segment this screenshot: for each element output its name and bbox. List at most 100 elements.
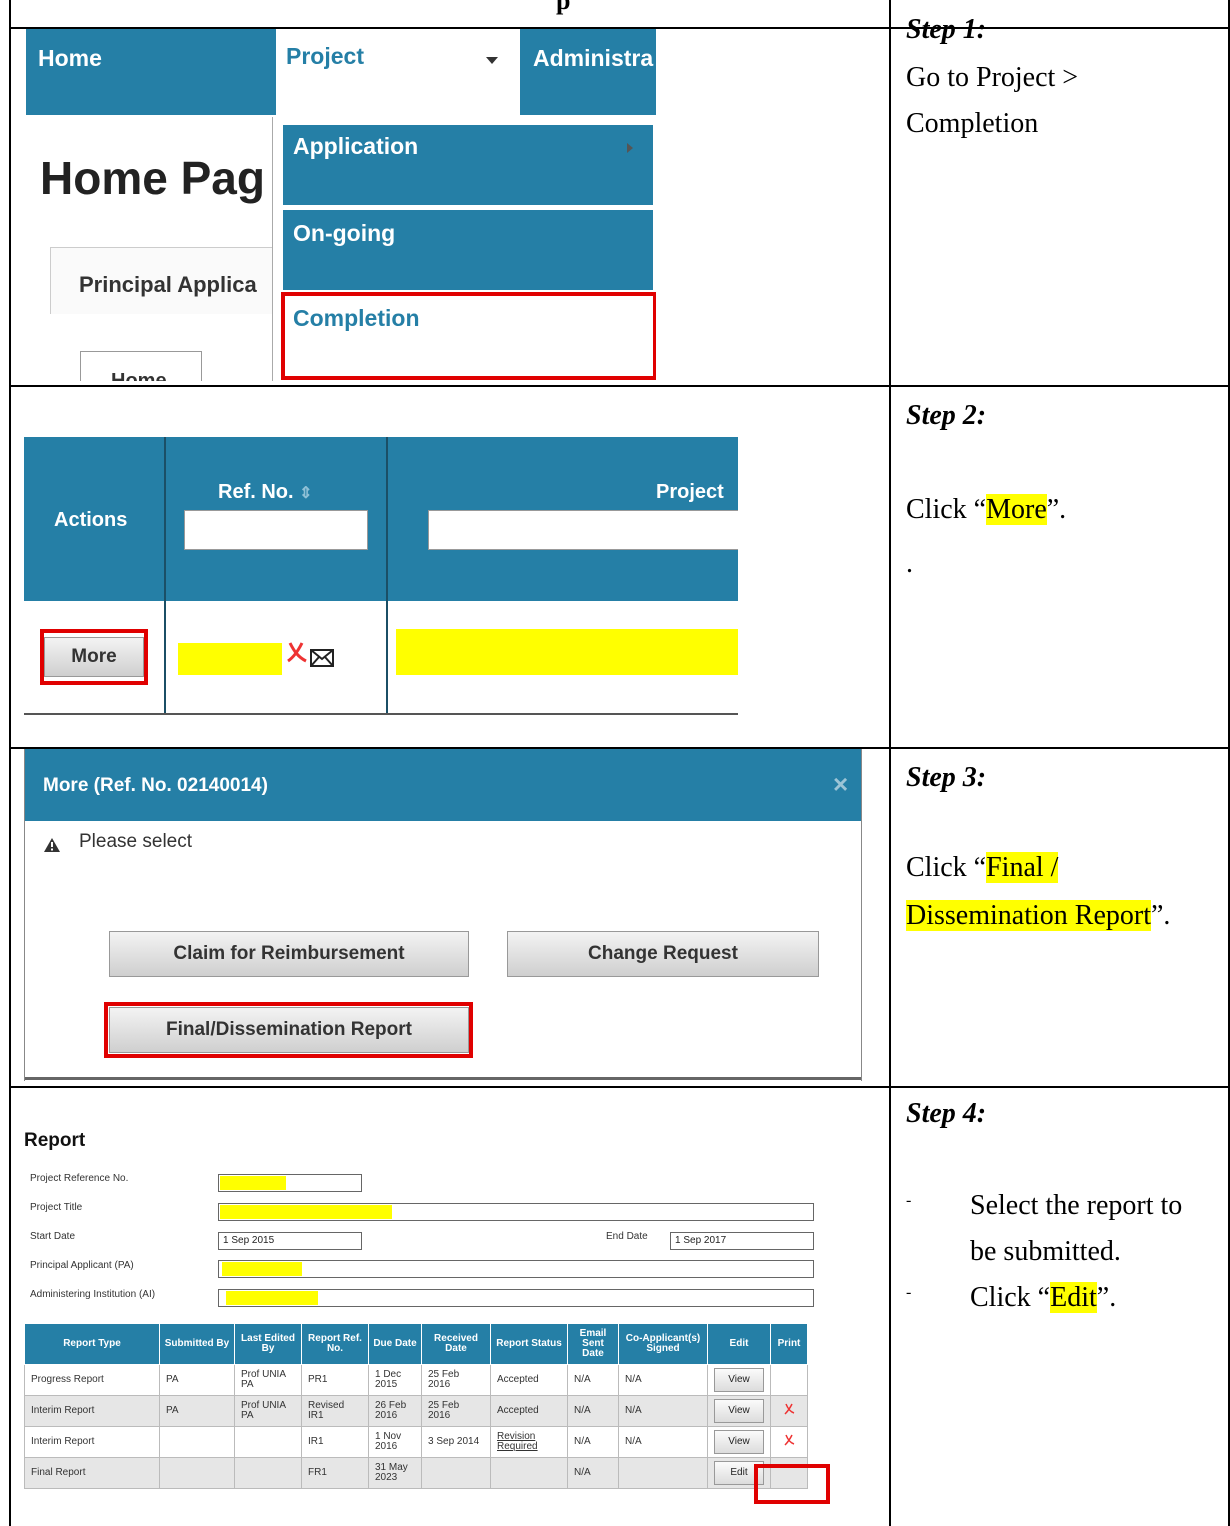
project-filter-input[interactable] bbox=[428, 510, 738, 550]
tab-home-label: Home bbox=[111, 370, 167, 381]
pa-redacted bbox=[222, 1262, 302, 1276]
table-row: Interim Report IR1 1 Nov 2016 3 Sep 2014… bbox=[24, 1426, 808, 1458]
header-fragment: p bbox=[556, 0, 571, 15]
step2-title: Step 2: bbox=[906, 400, 987, 431]
row-divider-1 bbox=[9, 385, 1230, 387]
tab-home[interactable]: Home bbox=[80, 351, 202, 381]
completion-highlight-box bbox=[281, 292, 656, 380]
start-date-field[interactable]: 1 Sep 2015 bbox=[218, 1232, 362, 1250]
chevron-right-icon bbox=[627, 143, 633, 153]
ref-redacted bbox=[178, 643, 282, 675]
step3-instruction-line2: Dissemination Report”. bbox=[906, 900, 1170, 932]
table-row: Final Report FR1 31 May 2023 N/A Edit bbox=[24, 1457, 808, 1489]
col-ref-label: Ref. No. bbox=[218, 481, 294, 503]
cell-type: Final Report bbox=[24, 1457, 160, 1489]
step3-title: Step 3: bbox=[906, 762, 987, 793]
table-row: Interim Report PA Prof UNIA PA Revised I… bbox=[24, 1395, 808, 1427]
report-table: Report Type Submitted By Last Edited By … bbox=[24, 1323, 808, 1489]
step3-pre: Click “ bbox=[906, 852, 987, 883]
cell-coapp bbox=[618, 1457, 708, 1489]
cell-submitted: PA bbox=[159, 1364, 235, 1396]
menu-item-ongoing[interactable]: On-going bbox=[283, 210, 653, 290]
header-divider-1 bbox=[164, 437, 166, 715]
more-highlight-box bbox=[40, 629, 148, 685]
warning-icon bbox=[43, 837, 61, 858]
step4-pre: Click “ bbox=[970, 1282, 1051, 1313]
nav-project-label: Project bbox=[286, 43, 364, 69]
step4-bullet1-mark: - bbox=[906, 1192, 912, 1209]
row-bottom-border bbox=[24, 713, 738, 715]
cell-type: Progress Report bbox=[24, 1364, 160, 1396]
col-email-sent: Email Sent Date bbox=[567, 1323, 619, 1365]
cell-received: 3 Sep 2014 bbox=[421, 1426, 491, 1458]
change-request-button[interactable]: Change Request bbox=[507, 931, 819, 977]
close-icon[interactable]: × bbox=[833, 769, 848, 800]
cell-type: Interim Report bbox=[24, 1395, 160, 1427]
end-date-field[interactable]: 1 Sep 2017 bbox=[670, 1232, 814, 1250]
view-button[interactable]: View bbox=[714, 1430, 764, 1454]
cell-ref: IR1 bbox=[301, 1426, 369, 1458]
step4-post: ”. bbox=[1096, 1282, 1117, 1313]
pdf-print-icon[interactable] bbox=[783, 1403, 795, 1416]
cell-edited bbox=[234, 1457, 302, 1489]
step2-stray-dot: . bbox=[906, 548, 913, 579]
page-title: Home Pag bbox=[40, 152, 265, 204]
step2-pre: Click “ bbox=[906, 494, 987, 525]
table-row: Progress Report PA Prof UNIA PA PR1 1 De… bbox=[24, 1364, 808, 1396]
label-administering-institution: Administering Institution (AI) bbox=[30, 1289, 156, 1300]
cell-coapp: N/A bbox=[618, 1426, 708, 1458]
pdf-icon[interactable] bbox=[286, 641, 308, 667]
menu-item-application[interactable]: Application bbox=[283, 125, 653, 205]
step3-instruction-line1: Click “Final / bbox=[906, 852, 1059, 884]
label-start-date: Start Date bbox=[30, 1231, 76, 1242]
cell-edited bbox=[234, 1426, 302, 1458]
edit-highlight-box bbox=[754, 1464, 830, 1504]
step3-post: ”. bbox=[1150, 900, 1171, 931]
sort-icon: ⇕ bbox=[299, 485, 313, 502]
report-heading: Report bbox=[24, 1130, 86, 1151]
cell-received: 25 Feb 2016 bbox=[421, 1395, 491, 1427]
cell-status bbox=[490, 1457, 568, 1489]
col-received-date: Received Date bbox=[421, 1323, 491, 1365]
step4-bullet1-line2: be submitted. bbox=[970, 1236, 1121, 1267]
col-last-edited-by: Last Edited By bbox=[234, 1323, 302, 1365]
view-button[interactable]: View bbox=[714, 1399, 764, 1423]
report-table-header: Report Type Submitted By Last Edited By … bbox=[24, 1323, 808, 1365]
step2-post: ”. bbox=[1046, 494, 1067, 525]
nav-project[interactable]: Project bbox=[276, 29, 520, 115]
claim-reimbursement-button[interactable]: Claim for Reimbursement bbox=[109, 931, 469, 977]
cell-due: 26 Feb 2016 bbox=[368, 1395, 422, 1427]
cell-received bbox=[421, 1457, 491, 1489]
col-coapplicant: Co-Applicant(s) Signed bbox=[618, 1323, 708, 1365]
project-ref-redacted bbox=[220, 1176, 286, 1190]
col-print: Print bbox=[770, 1323, 808, 1365]
email-icon[interactable] bbox=[310, 649, 334, 667]
cell-coapp: N/A bbox=[618, 1364, 708, 1396]
cell-ref: Revised IR1 bbox=[301, 1395, 369, 1427]
col-report-type: Report Type bbox=[24, 1323, 160, 1365]
chevron-down-icon bbox=[486, 57, 498, 64]
cell-due: 1 Nov 2016 bbox=[368, 1426, 422, 1458]
pdf-print-icon[interactable] bbox=[783, 1434, 795, 1447]
principal-applicant-field[interactable] bbox=[218, 1260, 814, 1278]
col-project-header: Project bbox=[656, 481, 724, 503]
cell-email: N/A bbox=[567, 1364, 619, 1396]
view-button[interactable]: View bbox=[714, 1368, 764, 1392]
col-ref-header[interactable]: Ref. No. ⇕ bbox=[218, 481, 313, 504]
col-actions-header: Actions bbox=[54, 509, 128, 531]
nav-administration[interactable]: Administra bbox=[533, 45, 653, 72]
step4-bullet2: Click “Edit”. bbox=[970, 1282, 1116, 1314]
step2-screenshot: Actions Ref. No. ⇕ Project More bbox=[24, 437, 738, 721]
cell-ref: PR1 bbox=[301, 1364, 369, 1396]
step4-highlight-edit: Edit bbox=[1050, 1282, 1097, 1313]
cell-submitted bbox=[159, 1426, 235, 1458]
cell-edited: Prof UNIA PA bbox=[234, 1364, 302, 1396]
step1-text-line2: Completion bbox=[906, 108, 1039, 139]
nav-home[interactable]: Home bbox=[38, 45, 102, 72]
tab-pa-label: Principal Applica bbox=[79, 272, 257, 297]
cell-status: Accepted bbox=[490, 1395, 568, 1427]
ref-filter-input[interactable] bbox=[184, 510, 368, 550]
col-submitted-by: Submitted By bbox=[159, 1323, 235, 1365]
cell-status[interactable]: Revision Required bbox=[490, 1426, 568, 1458]
tab-principal-applicant[interactable]: Principal Applica bbox=[50, 247, 292, 314]
